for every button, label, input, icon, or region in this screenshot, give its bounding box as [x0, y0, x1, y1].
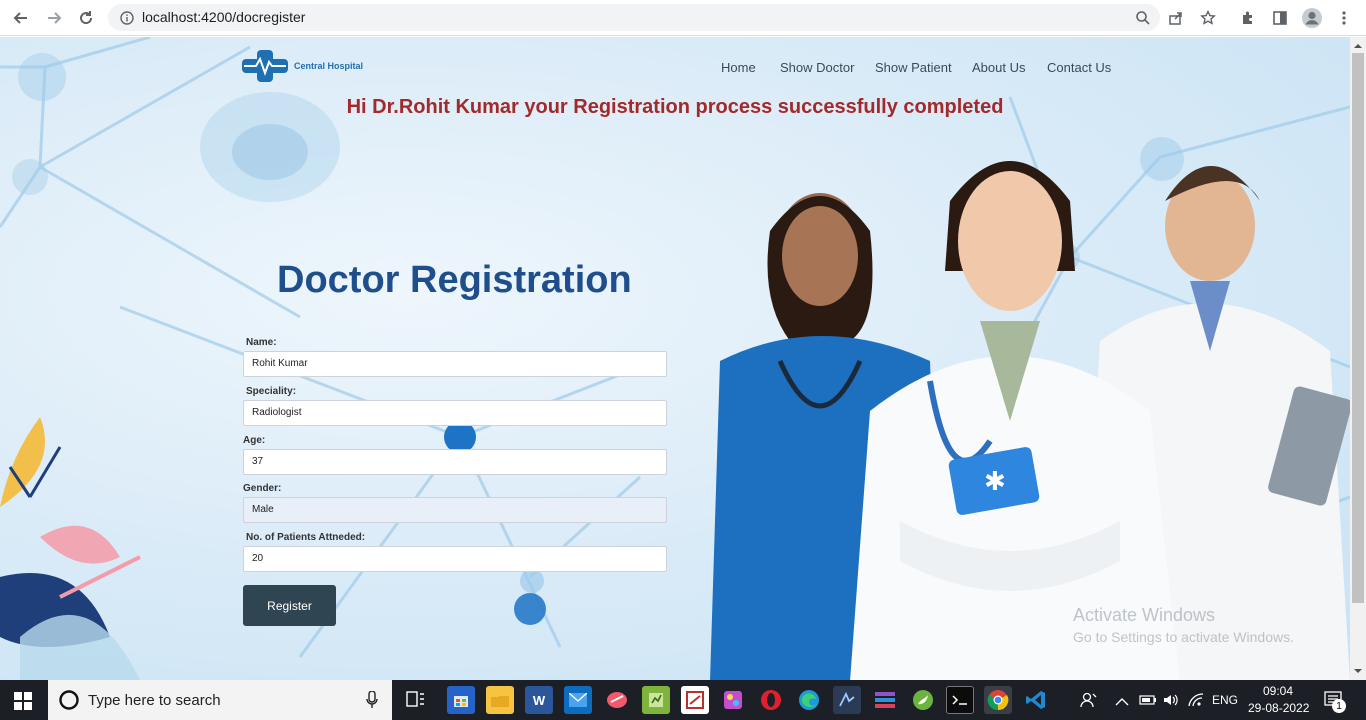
reload-icon[interactable]: [74, 6, 98, 30]
heartbeat-cross-icon: [242, 50, 290, 82]
url-text: localhost:4200/docregister: [142, 9, 306, 25]
address-bar[interactable]: localhost:4200/docregister: [108, 4, 1160, 31]
brand-logo[interactable]: Central Hospital: [242, 50, 363, 82]
browser-menu-icon[interactable]: [1332, 6, 1356, 30]
pdf-editor-icon[interactable]: [681, 686, 709, 714]
age-field[interactable]: 37: [243, 449, 667, 475]
sticky-notes-icon[interactable]: [642, 686, 670, 714]
taskbar-search-box[interactable]: Type here to search: [48, 680, 392, 720]
paint-app-icon[interactable]: [719, 686, 747, 714]
bookmark-star-icon[interactable]: [1196, 6, 1220, 30]
battery-icon[interactable]: [1139, 693, 1157, 711]
word-icon[interactable]: W: [525, 686, 553, 714]
vscode-icon[interactable]: [1022, 686, 1050, 714]
gender-field[interactable]: Male: [243, 497, 667, 523]
search-placeholder: Type here to search: [88, 692, 221, 709]
people-icon[interactable]: [1080, 692, 1098, 713]
forward-arrow-icon[interactable]: [42, 6, 66, 30]
ide-app-icon[interactable]: [833, 686, 861, 714]
svg-text:✱: ✱: [984, 467, 1006, 497]
scroll-down-arrow-icon[interactable]: [1350, 664, 1366, 678]
side-panel-icon[interactable]: [1268, 6, 1292, 30]
page-scrollbar[interactable]: [1350, 37, 1366, 680]
language-indicator[interactable]: ENG: [1212, 693, 1238, 707]
brand-name: Central Hospital: [294, 61, 364, 71]
scroll-up-arrow-icon[interactable]: [1350, 39, 1366, 53]
archive-app-icon[interactable]: [871, 686, 899, 714]
gender-label: Gender:: [243, 483, 282, 494]
wifi-icon[interactable]: [1187, 692, 1205, 713]
clock-date[interactable]: 29-08-2022: [1248, 701, 1309, 715]
name-field[interactable]: Rohit Kumar: [243, 351, 667, 377]
register-button[interactable]: Register: [243, 585, 336, 626]
patients-field[interactable]: 20: [243, 546, 667, 572]
windows-start-icon[interactable]: [14, 692, 32, 715]
search-circle-icon: [59, 690, 79, 710]
windows-taskbar: Type here to search W ENG 09:04 29-08-20…: [0, 680, 1366, 720]
site-info-icon[interactable]: [118, 9, 136, 27]
spring-tool-icon[interactable]: [909, 686, 937, 714]
speciality-label: Speciality:: [246, 386, 297, 397]
notification-count-badge: 1: [1332, 699, 1346, 713]
zoom-icon[interactable]: [1134, 9, 1152, 27]
nav-contact-us-link[interactable]: Contact Us: [1047, 60, 1111, 75]
back-arrow-icon[interactable]: [9, 6, 33, 30]
form-title: Doctor Registration: [277, 259, 632, 301]
profile-avatar-icon[interactable]: [1300, 6, 1324, 30]
clock-time[interactable]: 09:04: [1263, 684, 1293, 698]
name-label: Name:: [246, 337, 277, 348]
share-icon[interactable]: [1164, 6, 1188, 30]
notification-center-icon[interactable]: 1: [1324, 690, 1346, 715]
browser-toolbar: localhost:4200/docregister: [0, 0, 1366, 36]
activation-watermark-title: Activate Windows: [1073, 605, 1216, 625]
mail-icon[interactable]: [564, 686, 592, 714]
edge-browser-icon[interactable]: [795, 686, 823, 714]
snip-tool-icon[interactable]: [603, 686, 631, 714]
success-message: Hi Dr.Rohit Kumar your Registration proc…: [346, 96, 1004, 118]
scroll-thumb[interactable]: [1352, 53, 1364, 603]
page-viewport: ✱ Central Hospital Home Show Doctor Show…: [0, 37, 1350, 680]
nav-home-link[interactable]: Home: [721, 60, 756, 75]
nav-show-patient-link[interactable]: Show Patient: [875, 60, 952, 75]
tray-chevron-up-icon[interactable]: [1115, 694, 1129, 712]
nav-show-doctor-link[interactable]: Show Doctor: [780, 60, 854, 75]
nav-about-us-link[interactable]: About Us: [972, 60, 1025, 75]
age-label: Age:: [243, 435, 266, 446]
doctors-illustration: ✱: [710, 161, 1350, 680]
terminal-icon[interactable]: [946, 686, 974, 714]
extensions-puzzle-icon[interactable]: [1236, 6, 1260, 30]
microsoft-store-icon[interactable]: [447, 686, 475, 714]
speciality-field[interactable]: Radiologist: [243, 400, 667, 426]
patients-label: No. of Patients Attneded:: [246, 532, 366, 543]
microphone-icon[interactable]: [366, 691, 378, 709]
opera-browser-icon[interactable]: [757, 686, 785, 714]
volume-icon[interactable]: [1162, 692, 1180, 713]
activation-watermark-text: Go to Settings to activate Windows.: [1073, 629, 1294, 645]
file-explorer-icon[interactable]: [486, 686, 514, 714]
task-view-icon[interactable]: [402, 686, 430, 714]
chrome-browser-icon[interactable]: [984, 686, 1012, 714]
